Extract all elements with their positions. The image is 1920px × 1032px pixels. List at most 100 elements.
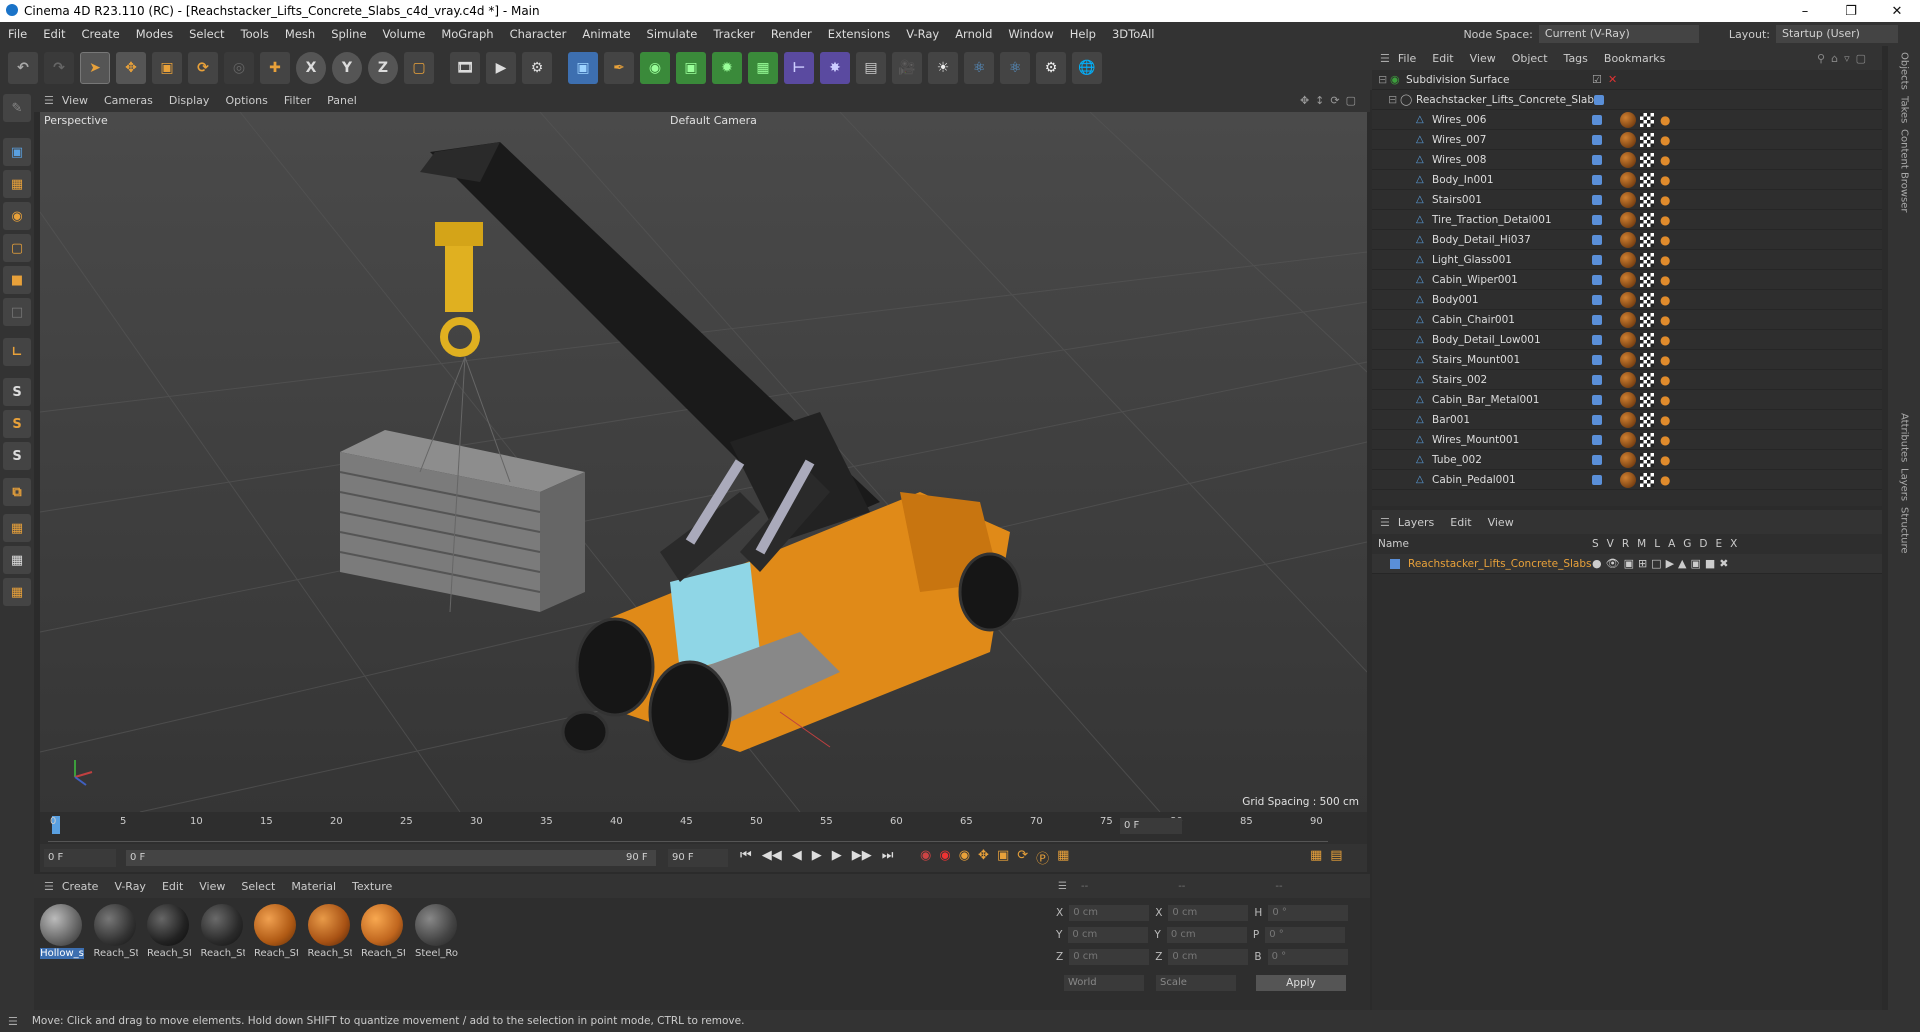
deformer-icon[interactable]: ⊢ <box>784 52 814 84</box>
uv-tag-icon[interactable] <box>1640 172 1654 187</box>
menu-animate[interactable]: Animate <box>574 22 638 46</box>
object-row[interactable]: △ Wires_006 ● <box>1372 110 1882 130</box>
tab-layers[interactable]: Layers <box>1899 468 1910 501</box>
vray-tag-icon[interactable]: ● <box>1660 353 1670 367</box>
gear-icon[interactable]: ⚙ <box>1036 52 1066 84</box>
layer-column-header[interactable]: D <box>1699 538 1707 550</box>
current-frame-field[interactable]: 0 F <box>1120 818 1182 834</box>
layer-color-icon[interactable] <box>1592 274 1602 285</box>
material-menu-material[interactable]: Material <box>283 880 344 893</box>
uv-mode-icon[interactable]: □ <box>3 298 31 326</box>
object-row-group[interactable]: ⊟ ◯ Reachstacker_Lifts_Concrete_Slabs <box>1372 90 1882 110</box>
menu-mesh[interactable]: Mesh <box>277 22 323 46</box>
material-menu-view[interactable]: View <box>191 880 233 893</box>
z-axis-button[interactable]: Z <box>368 52 398 84</box>
menu-create[interactable]: Create <box>74 22 128 46</box>
object-row[interactable]: △ Cabin_Bar_Metal001 ● <box>1372 390 1882 410</box>
material-swatch[interactable]: Hollow_s <box>40 898 84 959</box>
layer-column-header[interactable]: R <box>1622 538 1629 550</box>
hamburger-icon[interactable]: ☰ <box>44 880 54 893</box>
object-menu-object[interactable]: Object <box>1504 52 1556 65</box>
layer-color-icon[interactable] <box>1592 114 1602 125</box>
object-row[interactable]: △ Tube_002 ● <box>1372 450 1882 470</box>
menu-tools[interactable]: Tools <box>233 22 277 46</box>
object-row[interactable]: △ Wires_007 ● <box>1372 130 1882 150</box>
menu-file[interactable]: File <box>0 22 35 46</box>
collapse-icon[interactable]: ⊟ <box>1378 73 1387 86</box>
material-tag-icon[interactable] <box>1620 131 1636 148</box>
vray-tag-icon[interactable]: ● <box>1660 133 1670 147</box>
uv-tag-icon[interactable] <box>1640 252 1654 267</box>
material-tag-icon[interactable] <box>1620 191 1636 208</box>
size-y-field[interactable]: 0 cm <box>1166 927 1247 943</box>
viewport-menu-view[interactable]: View <box>54 94 96 107</box>
layer-color-icon[interactable] <box>1592 454 1602 465</box>
object-menu-file[interactable]: File <box>1390 52 1424 65</box>
layout-select[interactable]: Startup (User) <box>1776 25 1898 43</box>
layer-color-icon[interactable] <box>1592 354 1602 365</box>
material-swatch[interactable]: Reach_St <box>200 898 245 959</box>
points-mode-icon[interactable]: ◉ <box>3 202 31 230</box>
hamburger-icon[interactable]: ☰ <box>8 1015 18 1028</box>
coord-system-select[interactable]: World <box>1064 975 1144 991</box>
go-to-end-icon[interactable]: ⏭ <box>882 848 894 863</box>
material-swatch[interactable]: Reach_St <box>254 898 298 959</box>
object-menu-bookmarks[interactable]: Bookmarks <box>1596 52 1673 65</box>
layer-color-icon[interactable] <box>1594 94 1604 105</box>
material-menu-create[interactable]: Create <box>54 880 107 893</box>
layer-color-icon[interactable] <box>1592 294 1602 305</box>
material-menu-edit[interactable]: Edit <box>154 880 191 893</box>
range-slider[interactable]: 0 F <box>126 850 656 866</box>
size-z-field[interactable]: 0 cm <box>1168 949 1249 965</box>
globe-icon[interactable]: 🌐 <box>1072 52 1102 84</box>
material-menu-vray[interactable]: V-Ray <box>106 880 154 893</box>
layer-color-icon[interactable] <box>1592 214 1602 225</box>
vray-tag-icon[interactable]: ● <box>1660 433 1670 447</box>
grid-icon[interactable]: ▦ <box>3 546 31 574</box>
layer-color-icon[interactable] <box>1592 194 1602 205</box>
tab-attributes[interactable]: Attributes <box>1899 413 1910 462</box>
material-menu-texture[interactable]: Texture <box>344 880 400 893</box>
layer-column-header[interactable]: S <box>1592 538 1599 550</box>
layer-row[interactable]: Reachstacker_Lifts_Concrete_Slabs ●👁▣⊞□▶… <box>1372 554 1882 574</box>
layer-name[interactable]: Reachstacker_Lifts_Concrete_Slabs <box>1408 558 1592 570</box>
menu-simulate[interactable]: Simulate <box>639 22 706 46</box>
position-x-field[interactable]: 0 cm <box>1069 905 1150 921</box>
menu-character[interactable]: Character <box>502 22 575 46</box>
object-row[interactable]: △ Tire_Traction_Detal001 ● <box>1372 210 1882 230</box>
layer-color-icon[interactable] <box>1592 154 1602 165</box>
layer-color-icon[interactable] <box>1592 254 1602 265</box>
viewport-menu-filter[interactable]: Filter <box>276 94 319 107</box>
layer-column-header[interactable]: E <box>1716 538 1723 550</box>
camera-icon[interactable]: 🎥 <box>892 52 922 84</box>
menu-vray[interactable]: V-Ray <box>898 22 947 46</box>
layer-color-icon[interactable] <box>1592 394 1602 405</box>
layer-color-icon[interactable] <box>1390 558 1400 569</box>
uv-tag-icon[interactable] <box>1640 372 1654 387</box>
viewport[interactable]: Perspective Default Camera Grid Spacing … <box>40 112 1367 812</box>
object-row[interactable]: △ Cabin_Pedal001 ● <box>1372 470 1882 490</box>
field-icon[interactable]: ✸ <box>820 52 850 84</box>
vray-tag-icon[interactable]: ● <box>1660 173 1670 187</box>
axis-icon[interactable]: ∟ <box>3 338 31 366</box>
object-row[interactable]: △ Cabin_Wiper001 ● <box>1372 270 1882 290</box>
layer-color-icon[interactable] <box>1592 334 1602 345</box>
vray-tag-icon[interactable]: ● <box>1660 453 1670 467</box>
vray-tag-icon[interactable]: ● <box>1660 313 1670 327</box>
coordinate-system-icon[interactable]: ▢ <box>404 52 434 84</box>
transform-icon[interactable]: ✚ <box>260 52 290 84</box>
material-tag-icon[interactable] <box>1620 331 1636 348</box>
viewport-menu-options[interactable]: Options <box>217 94 275 107</box>
object-row-subdivision[interactable]: ⊟ ◉ Subdivision Surface ☑ ✕ <box>1372 70 1882 90</box>
python-icon[interactable]: ⚛ <box>964 52 994 84</box>
object-row[interactable]: △ Body_Detail_Hi037 ● <box>1372 230 1882 250</box>
viewport-menu-panel[interactable]: Panel <box>319 94 365 107</box>
x-axis-button[interactable]: X <box>296 52 326 84</box>
render-settings-icon[interactable]: ⚙ <box>522 52 552 84</box>
mograph-icon[interactable]: ▦ <box>748 52 778 84</box>
material-tag-icon[interactable] <box>1620 471 1636 488</box>
start-frame-field[interactable]: 0 F <box>44 849 116 867</box>
object-row[interactable]: △ Bar001 ● <box>1372 410 1882 430</box>
object-row[interactable]: △ Cabin_Chair001 ● <box>1372 310 1882 330</box>
vray-tag-icon[interactable]: ● <box>1660 113 1670 127</box>
